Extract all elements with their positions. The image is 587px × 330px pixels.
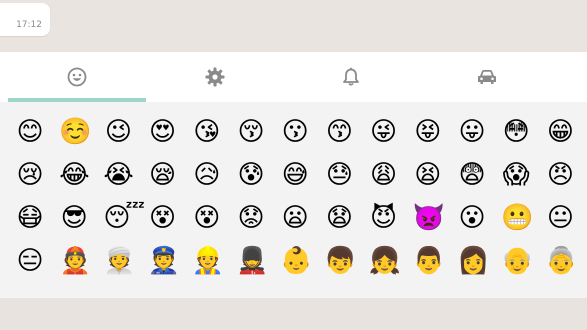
tab-notifications[interactable] (284, 52, 418, 102)
emoji-key[interactable]: 😴 (103, 203, 145, 233)
emoji-key[interactable]: 😵 (148, 203, 178, 233)
emoji-key[interactable]: 😅 (280, 160, 310, 190)
emoji-key[interactable]: 😙 (324, 117, 354, 147)
car-icon (476, 67, 498, 87)
message-time: 17:12 (16, 20, 42, 30)
tab-vehicles[interactable] (418, 52, 556, 102)
emoji-key[interactable]: 😓 (324, 160, 354, 190)
emoji-key[interactable]: 😉 (103, 117, 133, 147)
emoji-key[interactable]: 👵 (545, 246, 577, 276)
emoji-key[interactable]: ☺️ (59, 117, 91, 147)
emoji-grid: 😊 ☺️ 😉 😍 😘 😚 😗 😙 😜 😝 😛 😳 😁 😢 😂 😭 😪 😥 😰 😅 😓 😩 😫 😨 😱 😠 😷 😎 😴 😵 😵 😟 😦 😧 😈 👿 😮 😬 😐… (0, 102, 587, 298)
emoji-panel: 😊 ☺️ 😉 😍 😘 😚 😗 😙 😜 😝 😛 😳 😁 😢 😂 😭 😪 😥 😰 😅 😓 😩 😫 😨 😱 😠 😷 😎 😴 😵 😵 😟 😦 😧 😈 👿 😮 😬 😐… (0, 52, 587, 298)
emoji-key[interactable]: 👴 (501, 246, 533, 276)
bell-icon (341, 67, 361, 87)
emoji-key[interactable]: 😍 (148, 117, 178, 147)
smiley-icon (67, 67, 87, 87)
emoji-key[interactable]: 👷 (192, 246, 224, 276)
emoji-key[interactable]: 😎 (59, 203, 89, 233)
emoji-key[interactable]: 😵 (192, 203, 222, 233)
emoji-key[interactable]: 😗 (280, 117, 310, 147)
emoji-key[interactable]: 😂 (59, 160, 89, 190)
emoji-key[interactable]: 👦 (324, 246, 356, 276)
emoji-key[interactable]: 😮 (457, 203, 487, 233)
emoji-key[interactable]: 💂 (236, 246, 268, 276)
emoji-key[interactable]: 👨 (413, 246, 445, 276)
chat-background-bottom (0, 298, 587, 330)
emoji-key[interactable]: 😘 (192, 117, 222, 147)
emoji-key[interactable]: 😑 (15, 246, 45, 276)
gear-icon (205, 67, 225, 87)
emoji-key[interactable]: 👩 (457, 246, 489, 276)
emoji-key[interactable]: 😥 (192, 160, 222, 190)
emoji-key[interactable]: 😟 (236, 203, 266, 233)
emoji-key[interactable]: 😊 (15, 117, 45, 147)
emoji-key[interactable]: 😛 (457, 117, 487, 147)
emoji-key[interactable]: 😈 (369, 203, 399, 233)
emoji-key[interactable]: 😫 (413, 160, 443, 190)
emoji-key[interactable]: 😨 (457, 160, 487, 190)
tab-objects[interactable] (146, 52, 284, 102)
emoji-key[interactable]: 😐 (545, 203, 575, 233)
emoji-key[interactable]: 😦 (280, 203, 310, 233)
emoji-key[interactable]: 😜 (369, 117, 399, 147)
emoji-key[interactable]: 👲 (59, 246, 91, 276)
emoji-key[interactable]: 😳 (501, 117, 531, 147)
emoji-key[interactable]: 😧 (324, 203, 354, 233)
emoji-key[interactable]: 😭 (103, 160, 133, 190)
emoji-category-tabs (0, 52, 587, 102)
emoji-key[interactable]: 👮 (148, 246, 180, 276)
emoji-key[interactable]: 👶 (280, 246, 312, 276)
emoji-key[interactable]: 😩 (369, 160, 399, 190)
emoji-key[interactable]: 😷 (15, 203, 45, 233)
emoji-key[interactable]: 😬 (501, 203, 533, 233)
emoji-key[interactable]: 👧 (369, 246, 401, 276)
emoji-key[interactable]: 😰 (236, 160, 266, 190)
chat-area: 17:12 (0, 0, 587, 52)
tab-smileys[interactable] (8, 52, 146, 102)
message-bubble[interactable]: 17:12 (0, 3, 50, 36)
emoji-key[interactable]: 😢 (15, 160, 45, 190)
emoji-key[interactable]: 👳 (103, 246, 135, 276)
emoji-key[interactable]: 😱 (501, 160, 531, 190)
emoji-key[interactable]: 😝 (413, 117, 443, 147)
emoji-key[interactable]: 👿 (413, 203, 445, 233)
emoji-key[interactable]: 😚 (236, 117, 266, 147)
emoji-key[interactable]: 😁 (545, 117, 575, 147)
emoji-key[interactable]: 😠 (545, 160, 575, 190)
emoji-key[interactable]: 😪 (148, 160, 178, 190)
